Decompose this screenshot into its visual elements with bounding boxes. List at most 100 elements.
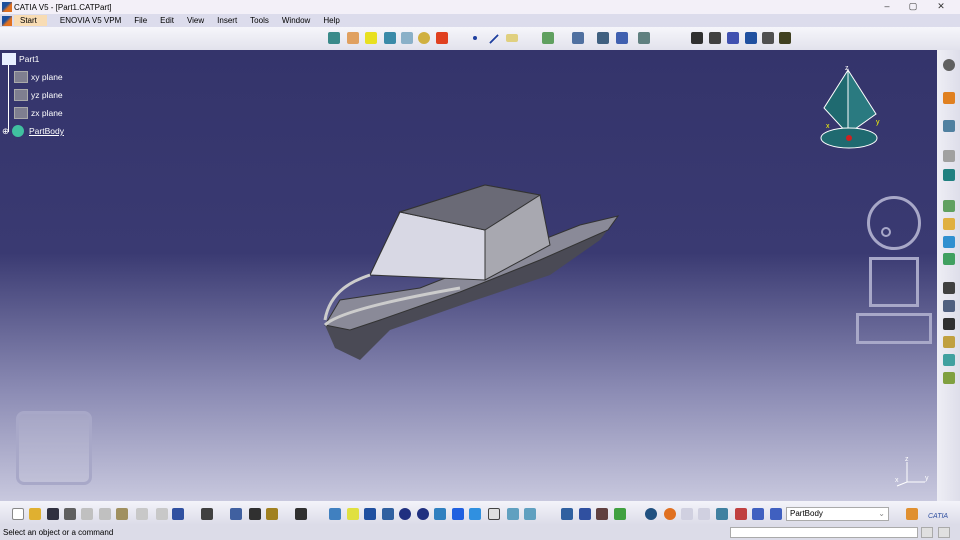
tool-icon[interactable] [664, 508, 676, 520]
pan-icon[interactable] [364, 508, 376, 520]
paste-icon[interactable] [116, 508, 128, 520]
save-icon[interactable] [47, 508, 59, 520]
redo-icon[interactable] [156, 508, 168, 520]
zoom-control[interactable] [856, 313, 932, 344]
tool-icon[interactable] [561, 508, 573, 520]
menu-insert[interactable]: Insert [217, 16, 237, 25]
command-input[interactable] [730, 527, 918, 538]
capture-icon[interactable] [295, 508, 307, 520]
tool-icon[interactable] [943, 150, 955, 162]
menu-view[interactable]: View [187, 16, 204, 25]
menu-tools[interactable]: Tools [250, 16, 269, 25]
pocket-icon[interactable] [347, 32, 359, 44]
line-icon[interactable] [489, 34, 499, 44]
current-body-select[interactable]: PartBody ⌄ [786, 507, 889, 521]
measure-icon[interactable] [230, 508, 242, 520]
axis-tool-icon[interactable] [681, 508, 693, 520]
tool-icon[interactable] [943, 253, 955, 265]
constraint-icon[interactable] [709, 32, 721, 44]
tool-icon[interactable] [716, 508, 728, 520]
tool-icon[interactable] [943, 354, 955, 366]
undo-icon[interactable] [136, 508, 148, 520]
analysis-icon[interactable] [597, 32, 609, 44]
tool-icon[interactable] [645, 508, 657, 520]
rotate-control[interactable] [867, 196, 921, 250]
tool-icon[interactable] [943, 318, 955, 330]
tool-icon[interactable] [943, 200, 955, 212]
tool-icon[interactable] [943, 218, 955, 230]
update-icon[interactable] [201, 508, 213, 520]
status-button[interactable] [938, 527, 950, 538]
tool-icon[interactable] [614, 508, 626, 520]
boolean-icon[interactable] [542, 32, 554, 44]
fillet-icon[interactable] [436, 32, 448, 44]
menu-start[interactable]: Start [14, 15, 47, 26]
tool-icon[interactable] [943, 282, 955, 294]
tool-icon[interactable] [266, 508, 278, 520]
workbench-icon[interactable] [906, 508, 918, 520]
preview-thumbnail[interactable] [16, 411, 92, 485]
zoom-in-icon[interactable] [399, 508, 411, 520]
tree-item-part1[interactable]: Part1 [2, 53, 39, 65]
menu-edit[interactable]: Edit [160, 16, 174, 25]
view-mode-icon[interactable] [488, 508, 500, 520]
rotate-icon[interactable] [382, 508, 394, 520]
rib-icon[interactable] [384, 32, 396, 44]
tool-icon[interactable] [752, 508, 764, 520]
hide-show-icon[interactable] [507, 508, 519, 520]
help-icon[interactable] [172, 508, 184, 520]
menu-window[interactable]: Window [282, 16, 310, 25]
swap-icon[interactable] [762, 32, 774, 44]
inertia-icon[interactable] [249, 508, 261, 520]
tool-icon[interactable] [596, 508, 608, 520]
hole-icon[interactable] [401, 32, 413, 44]
3d-viewport[interactable]: Part1 xy plane yz plane zx plane ⊕ PartB… [0, 50, 937, 501]
cut-icon[interactable] [81, 508, 93, 520]
units-icon[interactable] [698, 508, 710, 520]
sketch-tool-icon[interactable] [943, 120, 955, 132]
fly-icon[interactable] [329, 508, 341, 520]
swap-space-icon[interactable] [524, 508, 536, 520]
compass[interactable]: x y z [818, 64, 884, 154]
menu-enovia[interactable]: ENOVIA V5 VPM [60, 16, 121, 25]
status-button[interactable] [921, 527, 933, 538]
tool-icon[interactable] [943, 300, 955, 312]
print-icon[interactable] [64, 508, 76, 520]
hide-show-icon[interactable] [745, 32, 757, 44]
select-icon[interactable] [943, 92, 955, 104]
minimize-button[interactable]: – [880, 1, 894, 11]
tree-item-xy-plane[interactable]: xy plane [14, 71, 63, 83]
menu-help[interactable]: Help [323, 16, 339, 25]
tool-icon[interactable] [770, 508, 782, 520]
close-button[interactable]: ✕ [934, 1, 948, 12]
tree-item-partbody[interactable]: ⊕ PartBody [2, 125, 64, 137]
sketcher-icon[interactable] [691, 32, 703, 44]
fit-all-icon[interactable] [347, 508, 359, 520]
menu-file[interactable]: File [134, 16, 147, 25]
tool-icon[interactable] [943, 169, 955, 181]
tree-item-yz-plane[interactable]: yz plane [14, 89, 63, 101]
grid-icon[interactable] [616, 32, 628, 44]
maximize-button[interactable]: ▢ [906, 1, 920, 12]
settings-icon[interactable] [943, 59, 955, 71]
pan-control[interactable] [869, 257, 919, 307]
normal-view-icon[interactable] [434, 508, 446, 520]
tool-icon[interactable] [735, 508, 747, 520]
tool-icon[interactable] [943, 336, 955, 348]
iso-view-icon[interactable] [469, 508, 481, 520]
open-icon[interactable] [29, 508, 41, 520]
expand-icon[interactable]: ⊕ [2, 126, 12, 137]
snap-icon[interactable] [638, 32, 650, 44]
new-icon[interactable] [12, 508, 24, 520]
pad-icon[interactable] [328, 32, 340, 44]
tool-icon[interactable] [943, 372, 955, 384]
normal-view-icon[interactable] [779, 32, 791, 44]
multi-view-icon[interactable] [452, 508, 464, 520]
shading-icon[interactable] [727, 32, 739, 44]
zoom-out-icon[interactable] [417, 508, 429, 520]
measure-icon[interactable] [572, 32, 584, 44]
boat-model[interactable] [300, 180, 630, 360]
tree-item-zx-plane[interactable]: zx plane [14, 107, 63, 119]
tool-icon[interactable] [579, 508, 591, 520]
sketch-icon[interactable] [418, 32, 430, 44]
